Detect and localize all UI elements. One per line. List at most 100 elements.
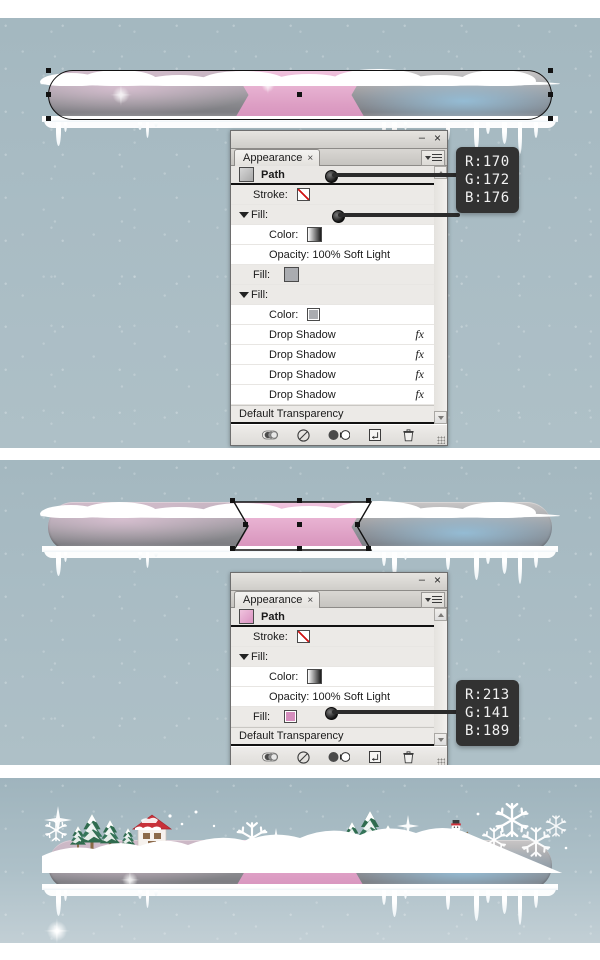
stroke-swatch-box[interactable]	[296, 188, 310, 201]
appearance-row-color-1[interactable]: Color:	[231, 225, 434, 245]
disclosure-triangle-icon[interactable]	[239, 211, 249, 218]
tab-label: Appearance	[243, 152, 303, 164]
duplicate-item-icon[interactable]	[328, 429, 350, 442]
fx-icon[interactable]: fx	[415, 347, 424, 362]
panel-tab-row[interactable]: Appearance ×	[231, 149, 447, 166]
sparkle	[44, 806, 72, 834]
selection-anchor[interactable]	[366, 546, 371, 551]
fx-icon[interactable]: fx	[415, 387, 424, 402]
appearance-row-color-2[interactable]: Color:	[231, 305, 434, 325]
selection-anchor[interactable]	[230, 498, 235, 503]
appearance-panel[interactable]: – × Appearance × Path Stroke: Fill: Colo…	[230, 130, 448, 446]
fx-icon[interactable]: fx	[415, 327, 424, 342]
delete-item-icon[interactable]	[400, 428, 416, 442]
appearance-row-fill-2[interactable]: Fill:	[231, 265, 434, 285]
selection-anchor[interactable]	[297, 546, 302, 551]
appearance-row-stroke[interactable]: Stroke:	[231, 627, 434, 647]
selection-anchor[interactable]	[230, 546, 235, 551]
panel-tab-row[interactable]: Appearance ×	[231, 591, 447, 608]
row-label: Stroke:	[253, 630, 288, 643]
panel-menu-button[interactable]	[421, 592, 445, 608]
duplicate-item-icon[interactable]	[328, 751, 350, 764]
scroll-down-button[interactable]	[434, 411, 447, 424]
appearance-row-opacity-1[interactable]: Opacity: 100% Soft Light	[231, 687, 434, 707]
fx-icon[interactable]: fx	[415, 367, 424, 382]
selection-anchor[interactable]	[46, 92, 51, 97]
panel-title-bar[interactable]: – ×	[231, 573, 447, 591]
minimize-icon[interactable]: –	[419, 133, 425, 144]
appearance-row-drop-shadow[interactable]: Drop Shadow fx	[231, 385, 434, 405]
chevron-down-icon	[425, 156, 431, 160]
row-label: Color:	[269, 228, 299, 241]
target-swatch-icon[interactable]	[239, 167, 254, 182]
appearance-row-fill-group-2[interactable]: Fill:	[231, 285, 434, 305]
selection-anchor[interactable]	[46, 116, 51, 121]
appearance-row-default-transparency[interactable]: Default Transparency	[231, 727, 434, 746]
appearance-panel[interactable]: – × Appearance × Path Stroke: Fill: Colo…	[230, 572, 448, 765]
gradient-swatch-icon[interactable]	[307, 227, 323, 242]
clear-appearance-icon[interactable]	[295, 750, 311, 764]
disclosure-triangle-icon[interactable]	[239, 291, 249, 298]
callout-leader-line	[332, 173, 460, 177]
chevron-up-icon	[437, 612, 444, 617]
resize-grip-icon[interactable]	[437, 758, 445, 765]
target-label: Path	[261, 168, 285, 181]
panel-scrollbar[interactable]	[433, 166, 447, 424]
selection-anchor[interactable]	[297, 498, 302, 503]
fill-swatch-box[interactable]	[284, 710, 298, 723]
close-icon[interactable]: ×	[434, 132, 441, 144]
color-swatch-box[interactable]	[307, 308, 321, 321]
selection-anchor[interactable]	[548, 68, 553, 73]
appearance-row-drop-shadow[interactable]: Drop Shadow fx	[231, 345, 434, 365]
selection-anchor[interactable]	[243, 522, 248, 527]
new-art-has-basic-appearance-icon[interactable]	[367, 751, 383, 764]
row-label: Drop Shadow	[269, 388, 336, 401]
selection-anchor[interactable]	[548, 92, 553, 97]
target-swatch-icon[interactable]	[239, 609, 254, 624]
panel-title-bar[interactable]: – ×	[231, 131, 447, 149]
callout-b-value: B:176	[465, 190, 510, 206]
add-new-stroke-icon[interactable]	[262, 429, 278, 442]
appearance-row-drop-shadow[interactable]: Drop Shadow fx	[231, 365, 434, 385]
selection-center-point[interactable]	[297, 92, 302, 97]
color-swatch-gray	[309, 310, 319, 319]
new-art-has-basic-appearance-icon[interactable]	[367, 429, 383, 442]
resize-grip-icon[interactable]	[437, 436, 445, 444]
panel-toolbar[interactable]	[231, 746, 447, 765]
callout-leader-line	[338, 213, 460, 217]
stroke-swatch-box[interactable]	[296, 630, 310, 643]
tab-appearance[interactable]: Appearance ×	[234, 591, 321, 608]
selection-anchor[interactable]	[46, 68, 51, 73]
selection-center-point[interactable]	[297, 522, 302, 527]
minimize-icon[interactable]: –	[419, 575, 425, 586]
appearance-row-default-transparency[interactable]: Default Transparency	[231, 405, 434, 424]
snowflake	[521, 827, 551, 857]
appearance-row-stroke[interactable]: Stroke:	[231, 185, 434, 205]
selection-path-outline[interactable]	[232, 500, 373, 552]
appearance-row-opacity-1[interactable]: Opacity: 100% Soft Light	[231, 245, 434, 265]
selection-anchor[interactable]	[355, 522, 360, 527]
panel-scrollbar[interactable]	[433, 608, 447, 746]
step-1-figure: – × Appearance × Path Stroke: Fill: Colo…	[0, 18, 600, 448]
tab-close-icon[interactable]: ×	[307, 153, 313, 164]
gradient-swatch-icon[interactable]	[307, 669, 323, 684]
clear-appearance-icon[interactable]	[295, 428, 311, 442]
selection-anchor[interactable]	[548, 116, 553, 121]
close-icon[interactable]: ×	[434, 574, 441, 586]
selection-anchor[interactable]	[366, 498, 371, 503]
winter-scene	[42, 802, 568, 873]
tab-appearance[interactable]: Appearance ×	[234, 149, 321, 166]
fill-swatch-gray[interactable]	[284, 267, 300, 282]
delete-item-icon[interactable]	[400, 750, 416, 764]
panel-menu-button[interactable]	[421, 150, 445, 166]
scroll-up-button[interactable]	[434, 608, 447, 621]
scroll-down-button[interactable]	[434, 733, 447, 746]
appearance-row-color-1[interactable]: Color:	[231, 667, 434, 687]
appearance-row-drop-shadow[interactable]: Drop Shadow fx	[231, 325, 434, 345]
panel-toolbar[interactable]	[231, 424, 447, 445]
appearance-row-fill-group-1[interactable]: Fill:	[231, 647, 434, 667]
add-new-stroke-icon[interactable]	[262, 751, 278, 764]
disclosure-triangle-icon[interactable]	[239, 653, 249, 660]
tab-close-icon[interactable]: ×	[307, 595, 313, 606]
panel-target-row[interactable]: Path	[231, 608, 434, 627]
